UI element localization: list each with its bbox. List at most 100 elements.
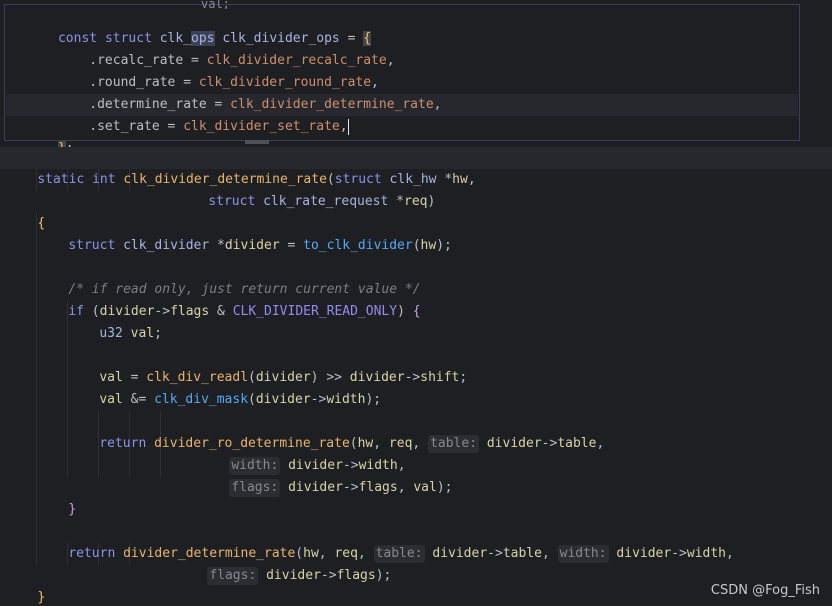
code-token: table (502, 546, 542, 561)
code-token: ( (248, 392, 256, 407)
code-token: width (686, 546, 727, 561)
code-token: ; (459, 370, 468, 385)
code-line-comment[interactable]: /* if read only, just return current val… (37, 257, 420, 297)
code-token: = (279, 238, 304, 253)
code-token: width (326, 392, 366, 407)
code-token: { (412, 304, 421, 319)
code-line-u32-val[interactable]: u32 val; (68, 301, 162, 341)
code-token: divider (224, 238, 280, 253)
code-token: return (99, 436, 155, 451)
parameter-hint: flags: (207, 567, 259, 585)
code-token: & (209, 304, 233, 319)
code-line-divider-decl[interactable]: struct clk_divider *divider = to_clk_div… (37, 213, 452, 253)
peek-line-round[interactable]: .round_rate = clk_divider_round_rate, (11, 50, 379, 90)
code-line-open-brace[interactable]: { (6, 191, 45, 231)
code-line-close-brace[interactable]: } (6, 565, 45, 605)
code-token: CLK_DIVIDER_READ_ONLY (232, 304, 398, 319)
code-token: return (68, 546, 124, 561)
code-line-func-sig[interactable]: static int clk_divider_determine_rate(st… (6, 147, 475, 187)
code-token: flags (336, 568, 376, 583)
code-line-return-ro[interactable]: return divider_ro_determine_rate(hw, req… (68, 411, 604, 453)
code-token: to_clk_divider (303, 238, 413, 253)
code-token: divider (255, 392, 311, 407)
code-token: &= (122, 392, 155, 407)
code-token: flags (358, 480, 398, 495)
code-editor[interactable]: val; const struct clk_ops clk_divider_op… (0, 0, 832, 606)
code-token: u32 (99, 326, 131, 341)
code-token: } (37, 590, 46, 605)
code-token: , (596, 436, 605, 451)
code-line-return-ro-width[interactable]: width: divider->width, (198, 433, 406, 475)
code-token: hw (420, 238, 437, 253)
peek-line-close[interactable]: }; (11, 116, 74, 156)
code-token: , (397, 480, 414, 495)
code-token: ); (365, 392, 382, 407)
code-token: divider (479, 436, 542, 451)
code-token: clk_divider (123, 238, 210, 253)
code-token: val (130, 326, 155, 341)
parameter-hint: flags: (229, 479, 281, 497)
code-token: -> (404, 370, 421, 385)
code-token: divider (424, 546, 488, 561)
code-line-if[interactable]: if (divider->flags & CLK_DIVIDER_READ_ON… (37, 279, 420, 319)
code-token: = (159, 119, 184, 134)
code-line-return-ro-flags[interactable]: flags: divider->flags, val); (198, 455, 453, 497)
code-token: hw (452, 172, 468, 187)
code-token: divider (280, 480, 343, 495)
code-token: ); (436, 480, 453, 495)
code-token: -> (342, 480, 359, 495)
code-token: ) (397, 304, 413, 319)
code-token: , (386, 53, 395, 68)
code-token: req (404, 194, 428, 209)
peek-line-struct-decl[interactable]: const struct clk_ops clk_divider_ops = { (11, 6, 372, 46)
code-line-func-sig-cont[interactable]: struct clk_rate_request *req) (177, 169, 435, 209)
code-token: ); (375, 568, 392, 583)
code-token: ; (154, 326, 162, 341)
code-token: ( (412, 238, 421, 253)
code-token: -> (310, 392, 327, 407)
code-token: divider (258, 568, 321, 583)
code-token: -> (541, 436, 558, 451)
code-token: , (541, 546, 558, 561)
code-token: struct (208, 194, 264, 209)
code-token: val (99, 392, 123, 407)
code-token: , (339, 119, 348, 134)
parameter-hint: table: (428, 435, 480, 453)
code-token: * (436, 172, 453, 187)
peek-resize-handle[interactable] (245, 140, 269, 144)
peek-line-set-rate[interactable]: .set_rate = clk_divider_set_rate, (11, 94, 349, 135)
code-token: clk_div_mask (154, 392, 249, 407)
code-line-return[interactable]: return divider_determine_rate(hw, req, t… (37, 521, 734, 563)
code-token: struct (68, 238, 124, 253)
code-line-if-close[interactable]: } (37, 477, 76, 517)
code-token: static (37, 172, 93, 187)
code-line-return-flags[interactable]: flags: divider->flags); (176, 543, 391, 585)
code-token: int (92, 172, 124, 187)
code-token: flags (170, 304, 210, 319)
code-token: , (433, 97, 442, 112)
code-token: -> (671, 546, 687, 561)
code-token: * (388, 194, 404, 209)
code-token: ) (427, 194, 436, 209)
code-token: clk_rate_request (263, 194, 389, 209)
code-token: -> (320, 568, 337, 583)
code-token: divider (608, 546, 672, 561)
code-token: shift (420, 370, 460, 385)
code-line-readl[interactable]: val = clk_div_readl(divider) >> divider-… (68, 345, 467, 385)
code-token: table (557, 436, 597, 451)
peek-line-determine[interactable]: .determine_rate = clk_divider_determine_… (11, 72, 441, 112)
code-token: -> (487, 546, 503, 561)
text-caret (347, 118, 349, 135)
code-token: , (726, 546, 734, 561)
peek-definition-popup[interactable]: val; const struct clk_ops clk_divider_op… (4, 0, 800, 156)
peek-line-recalc[interactable]: .recalc_rate = clk_divider_recalc_rate, (11, 28, 394, 68)
code-token: val (413, 480, 437, 495)
code-token: , (412, 436, 429, 451)
parameter-hint: width: (557, 545, 609, 563)
code-token: ); (436, 238, 452, 253)
code-token: clk_divider_set_rate (183, 119, 340, 134)
code-line-mask[interactable]: val &= clk_div_mask(divider->width); (68, 367, 381, 407)
code-token: } (68, 502, 77, 517)
code-token: , (467, 172, 476, 187)
code-token: * (209, 238, 225, 253)
